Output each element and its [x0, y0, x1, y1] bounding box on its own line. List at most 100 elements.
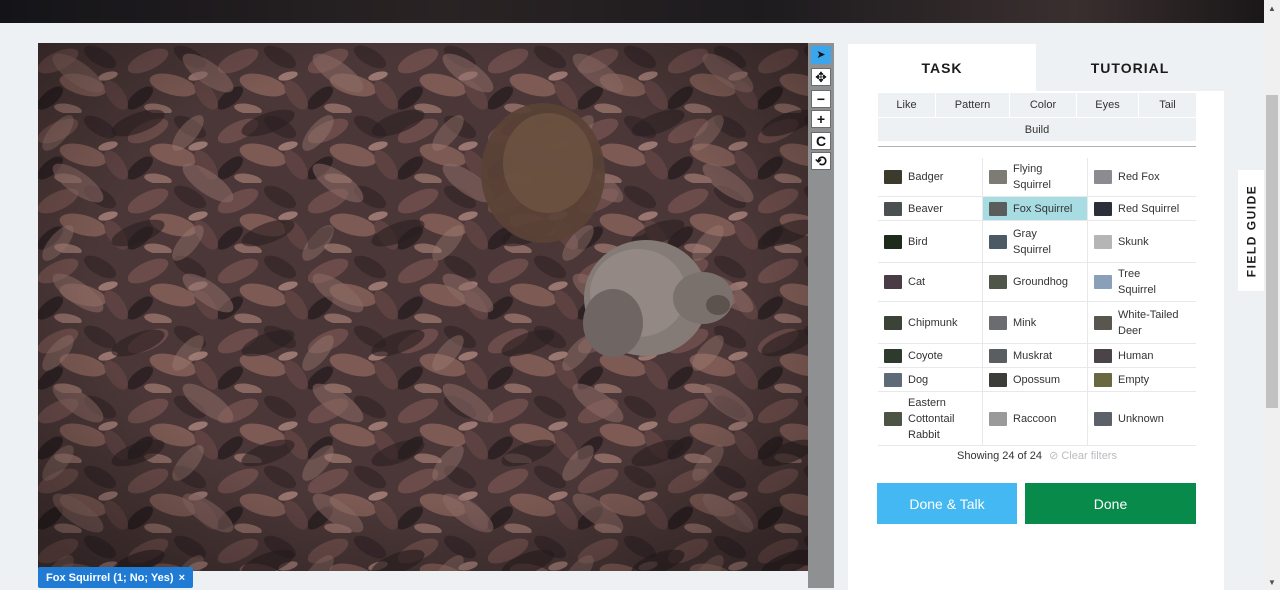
reset-button[interactable]: ⟲ — [811, 152, 831, 170]
species-thumbnail — [989, 275, 1007, 289]
species-label: Raccoon — [1013, 412, 1057, 425]
species-choice[interactable]: Fox Squirrel — [983, 197, 1088, 221]
species-thumbnail — [1094, 201, 1112, 216]
species-thumbnail — [1094, 234, 1112, 249]
species-label: Skunk — [1118, 235, 1149, 248]
species-label: Groundhog — [1013, 276, 1069, 288]
species-thumbnail — [989, 348, 1007, 363]
filter-divider — [878, 146, 1196, 147]
filter-like[interactable]: Like — [878, 93, 936, 117]
species-label: Empty — [1118, 373, 1150, 386]
filter-tail[interactable]: Tail — [1139, 93, 1196, 117]
species-label: Mink — [1013, 316, 1037, 329]
species-thumbnail — [989, 170, 1007, 184]
species-label: Opossum — [1013, 373, 1061, 386]
annotation-tag[interactable]: Fox Squirrel (1; No; Yes) × — [38, 567, 193, 588]
minus-icon: − — [816, 91, 826, 107]
plus-icon: + — [816, 111, 826, 127]
species-choice[interactable]: Red Fox — [1088, 158, 1196, 197]
species-label: Beaver — [908, 202, 943, 215]
species-label: Flying Squirrel — [1013, 163, 1051, 191]
tab-tutorial[interactable]: TUTORIAL — [1036, 44, 1224, 91]
zoom-out-button[interactable]: − — [811, 90, 831, 108]
species-choice[interactable]: Chipmunk — [878, 302, 983, 344]
clear-filters-link[interactable]: ⊘ Clear filters — [1049, 450, 1117, 462]
header-image-strip — [0, 0, 1264, 23]
species-choice[interactable]: Human — [1088, 344, 1196, 368]
species-thumbnail — [989, 315, 1007, 330]
species-thumbnail — [884, 315, 902, 330]
species-thumbnail — [884, 372, 902, 387]
species-choice[interactable]: Tree Squirrel — [1088, 263, 1196, 302]
species-choice[interactable]: Empty — [1088, 368, 1196, 392]
species-label: Gray Squirrel — [1013, 227, 1051, 256]
filter-bar: Like Pattern Color Eyes Tail Build — [878, 93, 1196, 147]
panel-tabs: TASK TUTORIAL — [848, 44, 1224, 91]
field-guide-tab[interactable]: FIELD GUIDE — [1238, 170, 1264, 291]
species-thumbnail — [989, 372, 1007, 387]
species-label: Human — [1118, 349, 1154, 362]
species-choice[interactable]: Coyote — [878, 344, 983, 368]
image-toolbar: ➤ ✥ − + C ⟲ — [808, 43, 834, 588]
species-choice[interactable]: Bird — [878, 221, 983, 263]
pan-tool-button[interactable]: ✥ — [811, 68, 831, 86]
move-icon: ✥ — [815, 69, 827, 85]
species-choice[interactable]: White-Tailed Deer — [1088, 302, 1196, 344]
species-thumbnail — [884, 348, 902, 363]
species-choice[interactable]: Red Squirrel — [1088, 197, 1196, 221]
tab-task[interactable]: TASK — [848, 44, 1036, 91]
annotation-label: Fox Squirrel (1; No; Yes) — [46, 571, 174, 584]
species-label: Dog — [908, 373, 929, 386]
species-label: Unknown — [1118, 412, 1164, 425]
species-choice[interactable]: Gray Squirrel — [983, 221, 1088, 263]
species-choice[interactable]: Opossum — [983, 368, 1088, 392]
choice-count: Showing 24 of 24 ⊘ Clear filters — [878, 449, 1196, 462]
species-choice[interactable]: Badger — [878, 158, 983, 197]
species-choice[interactable]: Unknown — [1088, 392, 1196, 446]
species-thumbnail — [884, 411, 902, 426]
task-panel: TASK TUTORIAL Like Pattern Color Eyes Ta… — [848, 44, 1224, 590]
species-thumbnail — [989, 201, 1007, 216]
scroll-thumb[interactable] — [1266, 95, 1278, 408]
filter-eyes[interactable]: Eyes — [1077, 93, 1139, 117]
species-choice[interactable]: Flying Squirrel — [983, 158, 1088, 197]
scroll-up-icon[interactable]: ▲ — [1264, 0, 1280, 16]
filter-build[interactable]: Build — [878, 118, 1196, 141]
species-thumbnail — [989, 411, 1007, 426]
subject-image[interactable] — [38, 43, 808, 571]
species-label: Fox Squirrel — [1013, 202, 1073, 215]
species-choice[interactable]: Skunk — [1088, 221, 1196, 263]
count-text: Showing 24 of 24 — [957, 450, 1043, 462]
species-choice[interactable]: Raccoon — [983, 392, 1088, 446]
zoom-in-button[interactable]: + — [811, 110, 831, 128]
species-thumbnail — [1094, 170, 1112, 184]
species-thumbnail — [1094, 315, 1112, 330]
scroll-down-icon[interactable]: ▼ — [1264, 574, 1280, 590]
done-and-talk-button[interactable]: Done & Talk — [877, 483, 1017, 524]
species-choice[interactable]: Cat — [878, 263, 983, 302]
subject-photo — [38, 43, 808, 571]
species-choice[interactable]: Eastern Cottontail Rabbit — [878, 392, 983, 446]
species-choice[interactable]: Dog — [878, 368, 983, 392]
species-thumbnail — [1094, 275, 1112, 289]
filter-color[interactable]: Color — [1010, 93, 1077, 117]
species-choice[interactable]: Muskrat — [983, 344, 1088, 368]
species-choice[interactable]: Beaver — [878, 197, 983, 221]
species-thumbnail — [1094, 411, 1112, 426]
done-button[interactable]: Done — [1025, 483, 1196, 524]
refresh-icon: ⟲ — [815, 153, 827, 169]
page-scrollbar[interactable]: ▲ ▼ — [1264, 0, 1280, 590]
species-label: White-Tailed Deer — [1118, 308, 1179, 337]
pointer-tool-button[interactable]: ➤ — [811, 46, 831, 64]
species-thumbnail — [1094, 348, 1112, 363]
pointer-icon: ➤ — [816, 48, 826, 61]
species-label: Cat — [908, 276, 926, 288]
species-thumbnail — [1094, 372, 1112, 387]
filter-pattern[interactable]: Pattern — [936, 93, 1010, 117]
species-choice[interactable]: Mink — [983, 302, 1088, 344]
species-choice[interactable]: Groundhog — [983, 263, 1088, 302]
rotate-icon: C — [815, 133, 827, 149]
remove-icon[interactable]: × — [179, 572, 185, 584]
rotate-button[interactable]: C — [811, 132, 831, 150]
species-label: Chipmunk — [908, 316, 958, 329]
